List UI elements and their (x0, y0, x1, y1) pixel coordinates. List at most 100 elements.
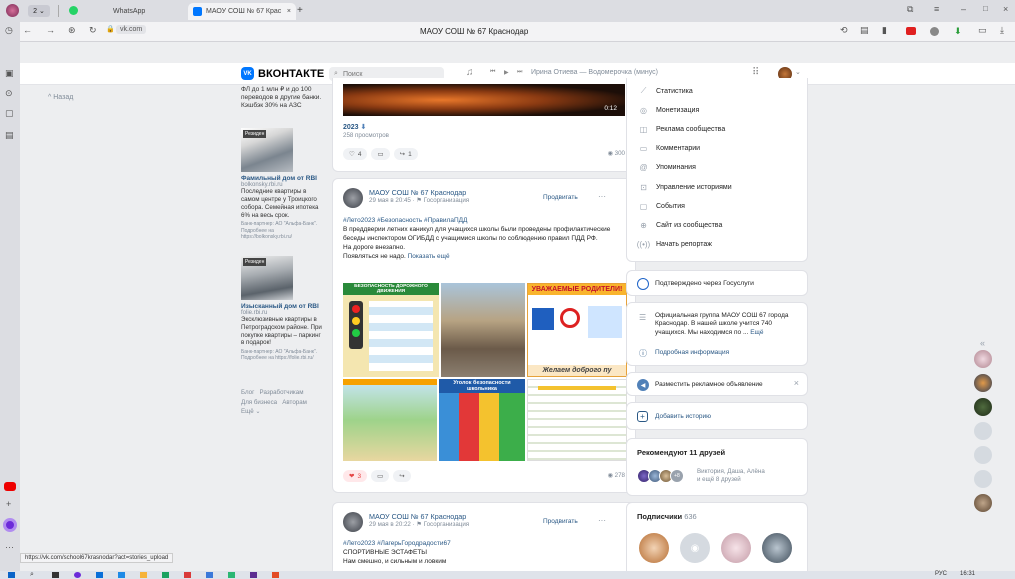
taskbar-app-icon[interactable] (118, 572, 125, 578)
subscriber-avatar[interactable] (762, 533, 792, 563)
taskbar-app-icon[interactable] (74, 572, 81, 578)
menu-item-events[interactable]: ▢ События (639, 202, 685, 211)
poster-traffic-rules[interactable] (343, 379, 437, 461)
like-button[interactable]: ❤ 3 (343, 470, 368, 482)
collapse-chevron-icon[interactable]: « (980, 338, 985, 348)
photo-students[interactable] (441, 283, 525, 377)
subscribers-title[interactable]: Подписчики 636 (637, 512, 697, 521)
subscriber-avatar[interactable] (639, 533, 669, 563)
friends-more-count[interactable]: +8 (670, 469, 684, 483)
close-icon[interactable]: × (287, 8, 291, 15)
next-track-icon[interactable]: ⏭ (517, 69, 522, 76)
menu-item-mentions[interactable]: @ Упоминания (639, 163, 695, 172)
file-explorer-icon[interactable] (140, 572, 147, 578)
promote-button[interactable]: Продвигать (543, 194, 578, 201)
post-image-collage[interactable]: БЕЗОПАСНОСТЬ ДОРОЖНОГО ДВИЖЕНИЯ УВАЖАЕМЫ… (343, 283, 627, 461)
footer-link-developers[interactable]: Разработчикам (260, 389, 304, 396)
alice-icon[interactable] (3, 518, 17, 532)
ad-text-top[interactable]: ФЛ до 1 млн ₽ и до 100 переводов в други… (241, 86, 325, 110)
windows-start-icon[interactable] (8, 572, 15, 578)
taskbar-app-icon[interactable] (206, 572, 213, 578)
tab-whatsapp[interactable]: WhatsApp (108, 3, 150, 20)
footer-link-business[interactable]: Для бизнеса (241, 399, 277, 406)
chat-avatar[interactable] (974, 350, 992, 368)
post-author-avatar[interactable] (343, 188, 363, 208)
vk-logo[interactable]: VK ВКОНТАКТЕ (241, 67, 324, 80)
maximize-icon[interactable]: □ (983, 4, 988, 13)
comment-button[interactable]: ▭ (371, 470, 390, 482)
menu-item-live[interactable]: ((•)) Начать репортаж (637, 240, 712, 249)
about-details-link[interactable]: Подробная информация (655, 349, 729, 356)
taskbar-app-icon[interactable] (162, 572, 169, 578)
ad-offer-label[interactable]: Разместить рекламное объявление (655, 381, 763, 388)
history-icon[interactable]: ◷ (5, 25, 13, 36)
play-track-icon[interactable]: ▶ (504, 69, 509, 76)
poster-road-safety[interactable]: БЕЗОПАСНОСТЬ ДОРОЖНОГО ДВИЖЕНИЯ (343, 283, 439, 377)
notes-icon[interactable]: ▣ (5, 68, 14, 79)
add-icon[interactable]: + (6, 499, 11, 509)
comment-button[interactable]: ▭ (371, 148, 390, 160)
back-link[interactable]: ^ Назад (48, 94, 73, 101)
downloads-icon[interactable]: ⤓ (1000, 25, 1004, 36)
new-tab-icon[interactable]: + (297, 5, 303, 16)
footer-link-authors[interactable]: Авторам (282, 399, 307, 406)
youtube-icon[interactable] (4, 482, 16, 491)
chat-avatar[interactable] (974, 398, 992, 416)
camera-icon[interactable]: ◉ (680, 533, 710, 563)
menu-item-stories[interactable]: ⊡ Управление историями (639, 183, 731, 192)
more-options-icon[interactable]: ··· (598, 516, 606, 525)
chevron-down-icon[interactable]: ⌄ (795, 68, 801, 76)
menu-item-ads[interactable]: ◫ Реклама сообщества (639, 125, 726, 134)
show-more-link[interactable]: Показать ещё (408, 253, 450, 260)
taskbar-app-icon[interactable] (184, 572, 191, 578)
post-author-name[interactable]: МАОУ СОШ № 67 Краснодар (369, 512, 466, 521)
taskbar-app-icon[interactable] (96, 572, 103, 578)
search-icon[interactable]: ⌕ (30, 571, 34, 579)
address-text[interactable]: vk.com (116, 25, 147, 34)
window-close-icon[interactable]: × (1003, 4, 1008, 14)
apps-grid-icon[interactable]: ⠿ (752, 67, 759, 78)
download-icon[interactable]: ⬇ (954, 26, 962, 37)
chat-avatar[interactable] (974, 494, 992, 512)
post-date[interactable]: 29 мая в 20:45 (369, 197, 411, 204)
post-hashtags[interactable]: #Лето2023 #Безопасность #ПравилаПДД (343, 217, 467, 224)
poster-parents[interactable]: УВАЖАЕМЫЕ РОДИТЕЛИ! Желаем доброго пу (527, 283, 627, 377)
clock[interactable]: 16:31 (960, 571, 975, 577)
taskbar-app-icon[interactable] (250, 572, 257, 578)
reader-icon[interactable]: ▤ (860, 25, 869, 36)
language-indicator[interactable]: РУС (935, 571, 947, 577)
more-options-icon[interactable]: ··· (598, 192, 606, 201)
reload-icon[interactable]: ↻ (89, 25, 97, 36)
menu-item-stats[interactable]: ⟋ Статистика (639, 86, 693, 96)
chat-avatar-placeholder[interactable] (974, 470, 992, 488)
promote-button[interactable]: Продвигать (543, 518, 578, 525)
extension-gray-icon[interactable] (930, 27, 939, 36)
footer-link-blog[interactable]: Блог (241, 389, 254, 396)
yandex-icon[interactable]: ⊛ (68, 25, 76, 36)
translate-icon[interactable]: ⟲ (840, 25, 848, 36)
ad1-image[interactable]: Резиден (241, 128, 293, 173)
chat-icon[interactable]: ▤ (5, 130, 14, 141)
add-story-button[interactable]: Добавить историю (655, 413, 711, 420)
back-icon[interactable]: ← (23, 25, 32, 35)
post-author-name[interactable]: МАОУ СОШ № 67 Краснодар (369, 188, 466, 197)
ad2-image[interactable]: Резиден (241, 256, 293, 301)
chat-avatar[interactable] (974, 374, 992, 392)
about-more-link[interactable]: Ещё (750, 329, 763, 336)
bookmark-icon[interactable]: ▮ (882, 25, 887, 36)
prev-track-icon[interactable]: ⏮ (490, 69, 495, 76)
post-author-avatar[interactable] (343, 512, 363, 532)
share-button[interactable]: ↪ (393, 470, 411, 482)
menu-item-site[interactable]: ⊕ Сайт из сообщества (639, 221, 722, 230)
video-title[interactable]: 2023 ⬇ (343, 123, 366, 131)
task-view-icon[interactable] (52, 572, 59, 578)
footer-link-more[interactable]: Ещё (241, 408, 254, 415)
extension-red-icon[interactable] (906, 27, 916, 35)
poster-document[interactable] (527, 379, 627, 461)
friends-avatars[interactable]: +8 (637, 469, 684, 483)
taskbar-app-icon[interactable] (228, 572, 235, 578)
close-icon[interactable]: × (794, 378, 799, 388)
minimize-icon[interactable]: – (961, 4, 966, 14)
share-button[interactable]: ↪ 1 (393, 148, 418, 160)
ad1-text[interactable]: Последние квартиры в самом центре у Трои… (241, 188, 325, 219)
